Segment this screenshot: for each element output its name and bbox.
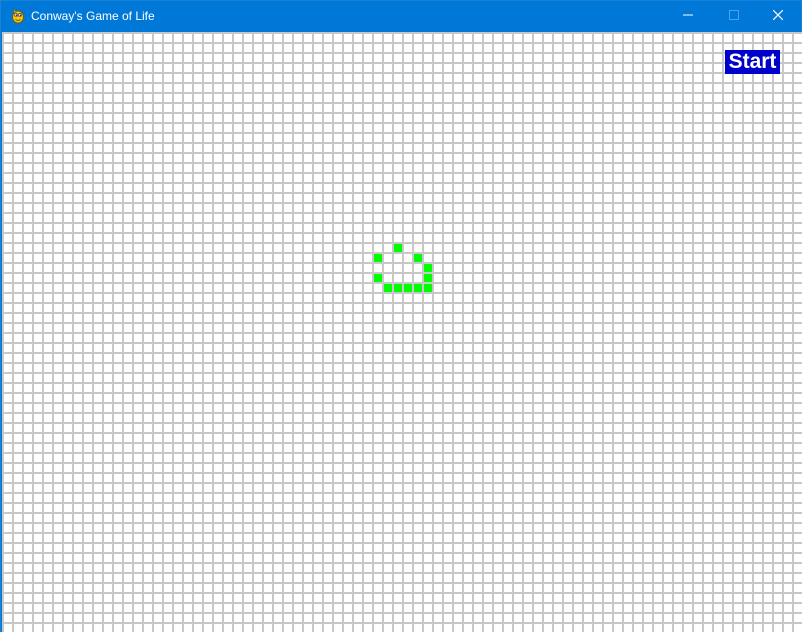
close-icon — [772, 7, 784, 25]
minimize-button[interactable] — [665, 1, 711, 31]
app-window: Conway's Game of Life Start — [0, 0, 802, 632]
start-button[interactable]: Start — [725, 50, 780, 74]
live-cell[interactable] — [414, 254, 422, 262]
maximize-icon — [729, 7, 739, 25]
close-button[interactable] — [755, 1, 801, 31]
title-bar[interactable]: Conway's Game of Life — [1, 1, 801, 31]
live-cell[interactable] — [384, 284, 392, 292]
live-cell[interactable] — [394, 284, 402, 292]
maximize-button[interactable] — [711, 1, 757, 31]
live-cell[interactable] — [374, 274, 382, 282]
live-cell[interactable] — [424, 274, 432, 282]
live-cell[interactable] — [394, 244, 402, 252]
life-grid[interactable]: Start — [2, 32, 802, 632]
live-cell[interactable] — [424, 284, 432, 292]
window-title: Conway's Game of Life — [31, 9, 155, 23]
live-cell[interactable] — [424, 264, 432, 272]
live-cell[interactable] — [374, 254, 382, 262]
minimize-icon — [683, 7, 693, 25]
live-cell[interactable] — [404, 284, 412, 292]
live-cell[interactable] — [414, 284, 422, 292]
pygame-snake-icon — [10, 8, 26, 24]
